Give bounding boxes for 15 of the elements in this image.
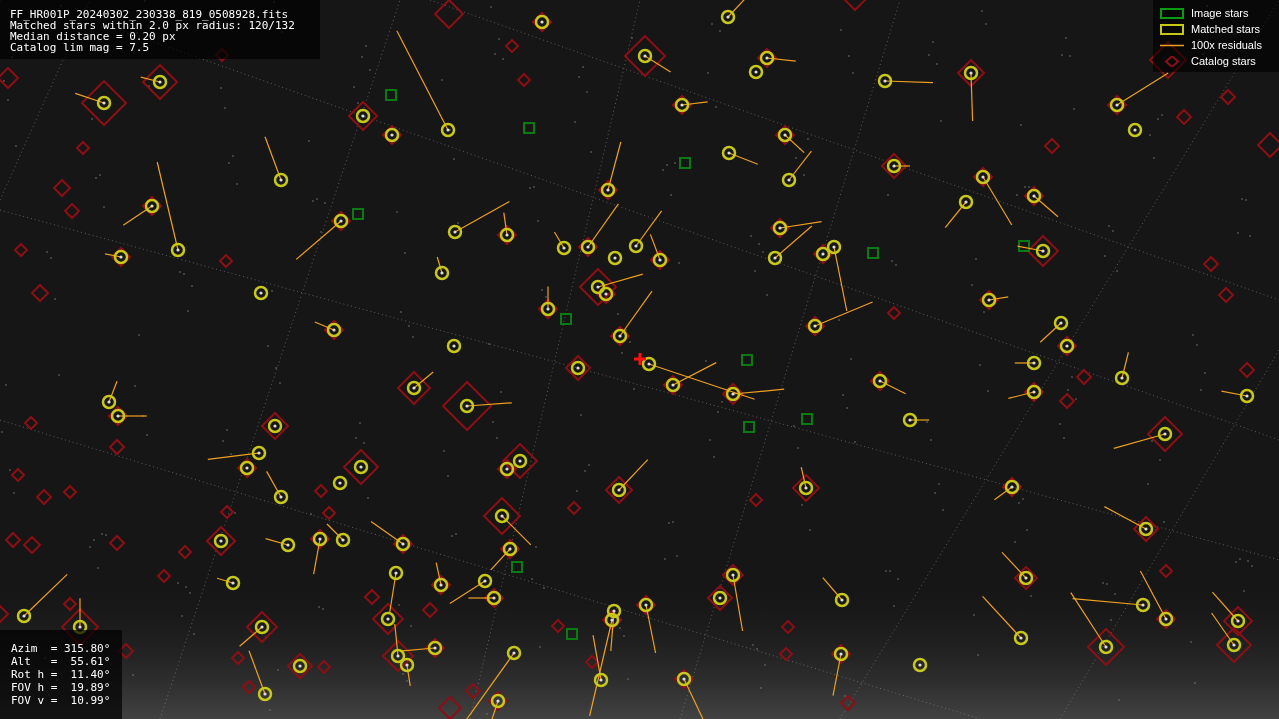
- info-text: Catalog lim mag = 7.5: [10, 42, 151, 53]
- legend-label: Matched stars: [1191, 22, 1261, 36]
- pointing-text: FOV h = 19.89°: [11, 681, 112, 694]
- matched-star-swatch: [1160, 23, 1184, 35]
- pointing-text: Alt = 55.61°: [11, 655, 112, 668]
- pointing-text: FOV v = 10.99°: [11, 694, 112, 707]
- image-star-swatch: [1160, 7, 1184, 19]
- pointing-text: Azim = 315.80°: [11, 642, 112, 655]
- info-text: Matched stars within 2.0 px radius: 120/132: [10, 20, 296, 31]
- legend-label: Catalog stars: [1191, 54, 1256, 68]
- legend-label: 100x residuals: [1191, 38, 1262, 52]
- info-text: Median distance = 0.20 px: [10, 31, 176, 42]
- pointing-text: Rot h = 11.40°: [11, 668, 112, 681]
- legend-label: Image stars: [1191, 6, 1249, 20]
- info-text: FF_HR001P_20240302_230338_819_0508928.fits: [10, 9, 290, 20]
